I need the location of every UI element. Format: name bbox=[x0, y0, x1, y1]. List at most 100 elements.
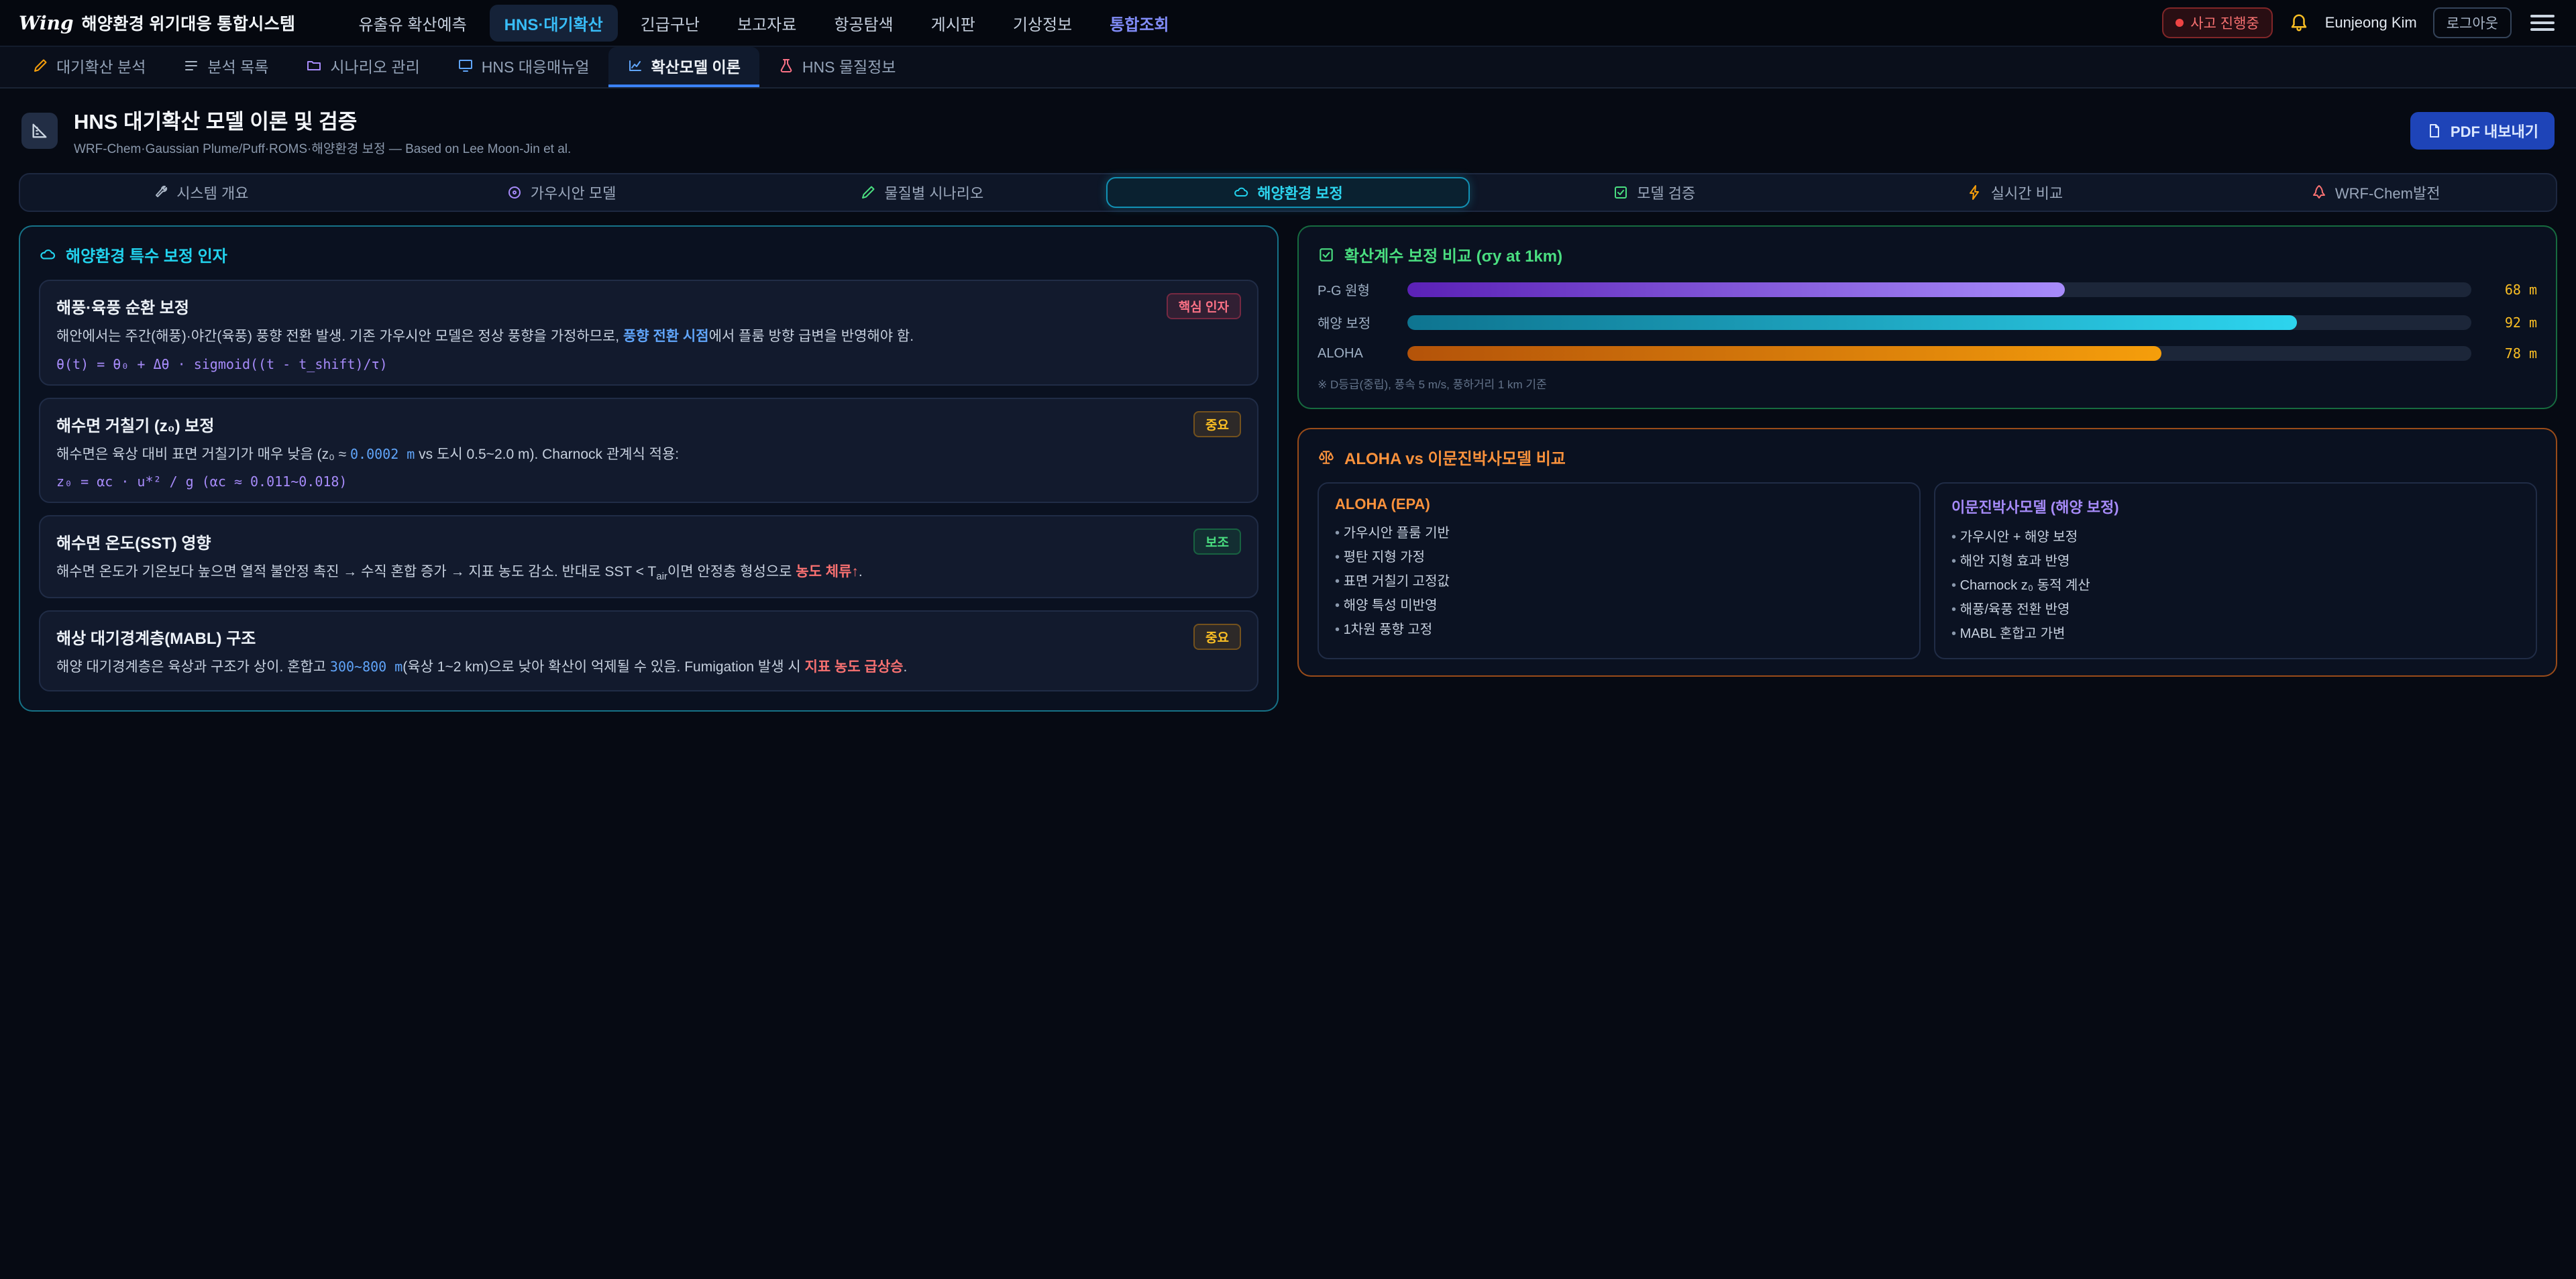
bar-label: 해양 보정 bbox=[1318, 313, 1395, 332]
logo-text: Wing bbox=[19, 12, 74, 34]
tab-label: HNS 물질정보 bbox=[802, 54, 896, 77]
card-formula: z₀ = αc · u*² / g (αc ≈ 0.011~0.018) bbox=[56, 474, 1241, 490]
panel-title-text: ALOHA vs 이문진박사모델 비교 bbox=[1344, 445, 1566, 469]
nav-item-hns-dispersion[interactable]: HNS·대기확산 bbox=[490, 5, 618, 42]
target-circle-icon bbox=[506, 184, 523, 201]
card-description: 해수면 온도가 기온보다 높으면 열적 불안정 촉진 → 수직 혼합 증가 → … bbox=[56, 561, 1241, 584]
main-content: 해양환경 특수 보정 인자 해풍·육풍 순환 보정 핵심 인자 해안에서는 주간… bbox=[0, 225, 2576, 738]
monitor-icon bbox=[458, 58, 474, 74]
bar-track bbox=[1407, 282, 2471, 297]
tab-analysis-list[interactable]: 분석 목록 bbox=[164, 47, 287, 87]
marine-model-box-title: 이문진박사모델 (해양 보정) bbox=[1951, 496, 2520, 517]
list-item: 해양 특성 미반영 bbox=[1335, 594, 1903, 618]
status-badge: 보조 bbox=[1193, 529, 1241, 555]
section-wrfchem-advance[interactable]: WRF-Chem발전 bbox=[2195, 174, 2556, 211]
card-sst-effect: 해수면 온도(SST) 영향 보조 해수면 온도가 기온보다 높으면 열적 불안… bbox=[39, 515, 1258, 598]
list-item: 해안 지형 효과 반영 bbox=[1951, 549, 2520, 573]
tab-hns-manual[interactable]: HNS 대응매뉴얼 bbox=[439, 47, 608, 87]
right-column: 확산계수 보정 비교 (σy at 1km) P-G 원형 68 m 해양 보정… bbox=[1297, 225, 2557, 677]
section-realtime-compare[interactable]: 실시간 비교 bbox=[1835, 174, 2196, 211]
bar-fill bbox=[1407, 315, 2297, 330]
folder-icon bbox=[306, 58, 322, 74]
status-badge: 핵심 인자 bbox=[1167, 293, 1241, 319]
nav-item-integrated-search[interactable]: 통합조회 bbox=[1095, 5, 1183, 42]
aloha-feature-box: ALOHA (EPA) 가우시안 플룸 기반 평탄 지형 가정 표면 거칠기 고… bbox=[1318, 482, 1921, 659]
bar-track bbox=[1407, 346, 2471, 361]
comparison-grid: ALOHA (EPA) 가우시안 플룸 기반 평탄 지형 가정 표면 거칠기 고… bbox=[1318, 482, 2537, 659]
pdf-export-button[interactable]: PDF 내보내기 bbox=[2410, 112, 2555, 150]
tab-label: 분석 목록 bbox=[207, 54, 268, 77]
section-label: 실시간 비교 bbox=[1991, 182, 2063, 203]
pencil-icon bbox=[860, 184, 876, 201]
card-title: 해풍·육풍 순환 보정 bbox=[56, 294, 189, 318]
bar-value: 68 m bbox=[2483, 282, 2537, 298]
chart-row: 해양 보정 92 m bbox=[1318, 313, 2537, 332]
nav-item-reports[interactable]: 보고자료 bbox=[722, 5, 811, 42]
bar-fill bbox=[1407, 346, 2161, 361]
panel-title-comparison: ALOHA vs 이문진박사모델 비교 bbox=[1318, 445, 2537, 469]
card-title: 해상 대기경계층(MABL) 구조 bbox=[56, 625, 256, 649]
incident-label: 사고 진행중 bbox=[2190, 13, 2259, 33]
nav-item-aerial-search[interactable]: 항공탐색 bbox=[819, 5, 908, 42]
bar-value: 78 m bbox=[2483, 345, 2537, 362]
cloud-icon bbox=[39, 246, 56, 264]
menu-icon[interactable] bbox=[2528, 12, 2557, 34]
card-description: 해안에서는 주간(해풍)·야간(육풍) 풍향 전환 발생. 기존 가우시안 모델… bbox=[56, 326, 1241, 348]
card-title: 해수면 온도(SST) 영향 bbox=[56, 530, 211, 553]
logout-button[interactable]: 로그아웃 bbox=[2433, 7, 2512, 38]
page-subtitle: WRF-Chem·Gaussian Plume/Puff·ROMS·해양환경 보… bbox=[74, 139, 571, 157]
page-title: HNS 대기확산 모델 이론 및 검증 bbox=[74, 105, 571, 135]
nav-item-board[interactable]: 게시판 bbox=[916, 5, 990, 42]
bar-track bbox=[1407, 315, 2471, 330]
card-description: 해수면은 육상 대비 표면 거칠기가 매우 낮음 (z₀ ≈ 0.0002 m … bbox=[56, 444, 1241, 466]
aloha-box-title: ALOHA (EPA) bbox=[1335, 496, 1903, 513]
status-badge: 중요 bbox=[1193, 411, 1241, 437]
incident-status-badge[interactable]: 사고 진행중 bbox=[2162, 7, 2272, 38]
tab-hns-substance-info[interactable]: HNS 물질정보 bbox=[759, 47, 915, 87]
nav-item-emergency-rescue[interactable]: 긴급구난 bbox=[626, 5, 714, 42]
section-label: 물질별 시나리오 bbox=[884, 182, 983, 203]
list-item: 가우시안 플룸 기반 bbox=[1335, 521, 1903, 545]
section-label: 시스템 개요 bbox=[176, 182, 248, 203]
chart-footnote: ※ D등급(중립), 풍속 5 m/s, 풍하거리 1 km 기준 bbox=[1318, 375, 2537, 392]
top-navbar: Wing 해양환경 위기대응 통합시스템 유출유 확산예측 HNS·대기확산 긴… bbox=[0, 0, 2576, 47]
tab-dispersion-analysis[interactable]: 대기확산 분석 bbox=[13, 47, 164, 87]
ruler-triangle-icon bbox=[21, 113, 58, 149]
tab-label: 대기확산 분석 bbox=[56, 54, 146, 77]
check-square-icon bbox=[1318, 246, 1335, 264]
nav-item-weather[interactable]: 기상정보 bbox=[998, 5, 1087, 42]
pencil-icon bbox=[32, 58, 48, 74]
model-comparison-panel: ALOHA vs 이문진박사모델 비교 ALOHA (EPA) 가우시안 플룸 … bbox=[1297, 428, 2557, 677]
list-icon bbox=[183, 58, 199, 74]
card-title: 해수면 거칠기 (z₀) 보정 bbox=[56, 412, 214, 436]
chart-line-icon bbox=[627, 58, 643, 74]
tab-scenario-management[interactable]: 시나리오 관리 bbox=[287, 47, 438, 87]
app-logo: Wing 해양환경 위기대응 통합시스템 bbox=[19, 11, 295, 35]
nav-item-oil-spill[interactable]: 유출유 확산예측 bbox=[343, 5, 481, 42]
status-badge: 중요 bbox=[1193, 624, 1241, 650]
section-marine-correction[interactable]: 해양환경 보정 bbox=[1106, 177, 1470, 208]
tab-label: HNS 대응매뉴얼 bbox=[482, 54, 590, 77]
panel-title-marine-factors: 해양환경 특수 보정 인자 bbox=[39, 243, 1258, 266]
scale-icon bbox=[1318, 449, 1335, 466]
section-model-validation[interactable]: 모델 검증 bbox=[1474, 174, 1835, 211]
flask-icon bbox=[778, 58, 794, 74]
user-name: Eunjeong Kim bbox=[2325, 14, 2417, 32]
main-nav: 유출유 확산예측 HNS·대기확산 긴급구난 보고자료 항공탐색 게시판 기상정… bbox=[343, 5, 1183, 42]
incident-dot-icon bbox=[2176, 19, 2184, 27]
list-item: 해풍/육풍 전환 반영 bbox=[1951, 598, 2520, 622]
page-title-block: HNS 대기확산 모델 이론 및 검증 WRF-Chem·Gaussian Pl… bbox=[74, 105, 571, 157]
card-formula: θ(t) = θ₀ + Δθ · sigmoid((t - t_shift)/τ… bbox=[56, 356, 1241, 372]
tab-model-theory[interactable]: 확산모델 이론 bbox=[608, 47, 759, 87]
section-gaussian-model[interactable]: 가우시안 모델 bbox=[381, 174, 742, 211]
list-item: MABL 혼합고 가변 bbox=[1951, 622, 2520, 646]
card-surface-roughness: 해수면 거칠기 (z₀) 보정 중요 해수면은 육상 대비 표면 거칠기가 매우… bbox=[39, 398, 1258, 504]
page-header: HNS 대기확산 모델 이론 및 검증 WRF-Chem·Gaussian Pl… bbox=[0, 89, 2576, 168]
bar-value: 92 m bbox=[2483, 315, 2537, 331]
sub-tabbar: 대기확산 분석 분석 목록 시나리오 관리 HNS 대응매뉴얼 확산모델 이론 … bbox=[0, 47, 2576, 89]
card-description: 해양 대기경계층은 육상과 구조가 상이. 혼합고 300~800 m(육상 1… bbox=[56, 657, 1241, 679]
bell-icon[interactable] bbox=[2289, 13, 2309, 33]
section-pillbar: 시스템 개요 가우시안 모델 물질별 시나리오 해양환경 보정 모델 검증 실시… bbox=[19, 173, 2557, 212]
section-system-overview[interactable]: 시스템 개요 bbox=[20, 174, 381, 211]
section-substance-scenario[interactable]: 물질별 시나리오 bbox=[741, 174, 1102, 211]
